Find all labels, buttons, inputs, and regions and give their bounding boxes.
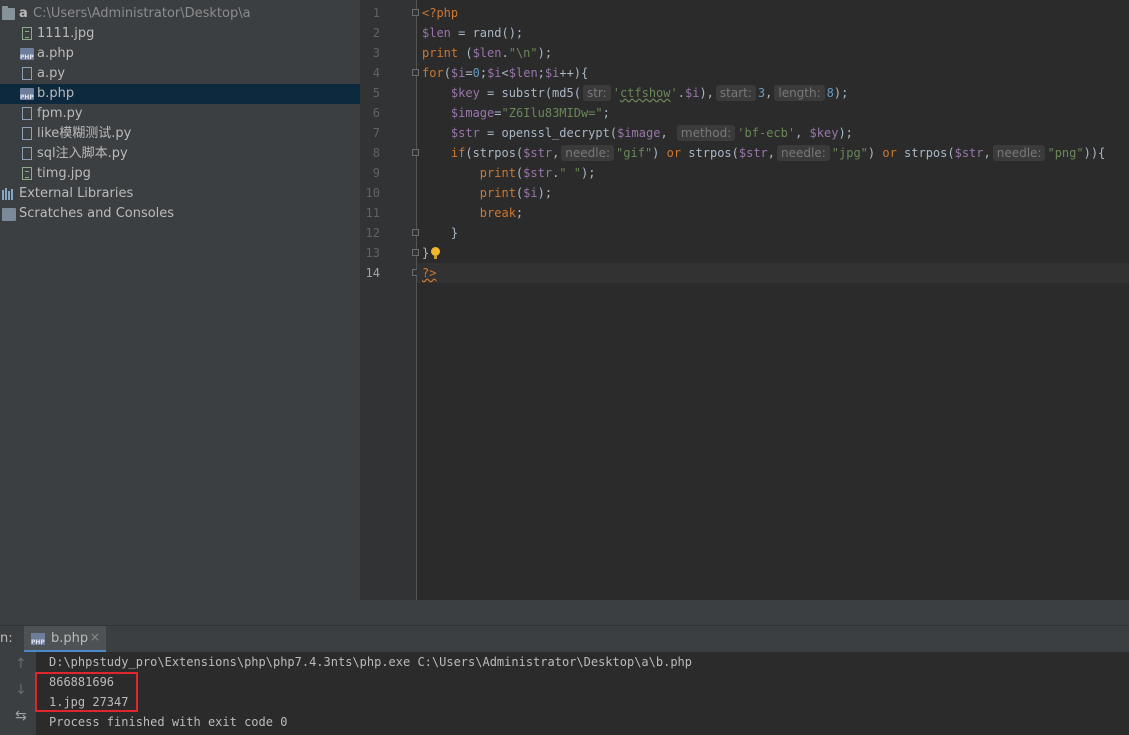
code-line-7: $str = openssl_decrypt($image, method:'b… xyxy=(450,125,853,141)
tree-file-like-py[interactable]: like模糊测试.py xyxy=(0,124,360,144)
code-line-12: } xyxy=(422,226,459,240)
run-label: n: xyxy=(0,631,13,646)
tree-file-label: fpm.py xyxy=(37,106,83,121)
tree-file-timg-jpg[interactable]: timg.jpg xyxy=(0,164,360,184)
fold-marker-icon[interactable] xyxy=(412,69,419,76)
line-number: 2 xyxy=(372,26,380,40)
tree-scratches-label: Scratches and Consoles xyxy=(19,206,175,221)
scratches-icon xyxy=(2,208,16,221)
param-hint-method: method: xyxy=(676,125,736,141)
editor-bottom-area xyxy=(360,600,1129,625)
code-line-8: if(strpos($str, needle: "gif") or strpos($… xyxy=(450,145,1106,161)
console-command-line: D:\phpstudy_pro\Extensions\php\php7.4.3n… xyxy=(49,655,692,669)
line-number: 3 xyxy=(372,46,380,60)
tree-root-a[interactable]: a C:\Users\Administrator\Desktop\a xyxy=(0,4,360,24)
arrow-up-icon[interactable]: ↑ xyxy=(15,656,27,672)
tree-file-sql-py[interactable]: sql注入脚本.py xyxy=(0,144,360,164)
param-hint-length: length: xyxy=(774,85,825,101)
close-icon[interactable]: × xyxy=(90,630,100,644)
tree-file-label: timg.jpg xyxy=(37,166,91,181)
line-number: 4 xyxy=(372,66,380,80)
tree-file-label: sql注入脚本.py xyxy=(37,146,128,161)
run-toolbar: ↑ ↓ ⇆ xyxy=(0,652,36,735)
tree-root-label: a xyxy=(19,6,28,21)
php-file-icon: PHP xyxy=(20,48,34,61)
fold-marker-icon[interactable] xyxy=(412,149,419,156)
python-file-icon xyxy=(22,67,32,80)
line-number: 7 xyxy=(372,126,380,140)
tree-root-path: C:\Users\Administrator\Desktop\a xyxy=(33,6,251,21)
line-number: 10 xyxy=(365,186,380,200)
code-line-3: print ($len."\n"); xyxy=(422,46,553,60)
python-file-icon xyxy=(22,147,32,160)
param-hint-needle: needle: xyxy=(777,145,830,161)
run-tab-label: b.php xyxy=(51,631,89,646)
code-line-2: $len = rand(); xyxy=(422,26,524,40)
soft-wrap-icon[interactable]: ⇆ xyxy=(15,708,27,724)
code-line-13: } xyxy=(422,246,430,260)
code-line-6: $image="Z6Ilu83MIDw="; xyxy=(450,106,610,120)
tree-file-1111-jpg[interactable]: 1111.jpg xyxy=(0,24,360,44)
arrow-down-icon[interactable]: ↓ xyxy=(15,682,27,698)
code-line-5: $key = substr(md5(str:'ctfshow'.$i), star… xyxy=(450,85,849,101)
line-number: 5 xyxy=(372,86,380,100)
param-hint-start: start: xyxy=(715,85,756,101)
code-line-11: break; xyxy=(479,206,524,220)
tree-file-label: a.php xyxy=(37,46,74,61)
line-number: 13 xyxy=(365,246,380,260)
code-line-14: ?> xyxy=(422,266,437,280)
fold-marker-icon[interactable] xyxy=(412,9,419,16)
current-line-highlight xyxy=(417,263,1129,283)
library-icon xyxy=(2,188,16,200)
code-line-1: <?php xyxy=(422,6,459,20)
image-file-icon xyxy=(22,167,32,180)
line-number-active: 14 xyxy=(365,266,380,280)
tree-file-fpm-py[interactable]: fpm.py xyxy=(0,104,360,124)
run-console: ↑ ↓ ⇆ D:\phpstudy_pro\Extensions\php\php… xyxy=(0,652,1129,735)
folder-icon xyxy=(2,6,15,20)
python-file-icon xyxy=(22,127,32,140)
tree-scratches[interactable]: Scratches and Consoles xyxy=(0,204,360,224)
code-line-10: print($i); xyxy=(479,186,553,200)
run-tab-b-php[interactable]: PHP b.php × xyxy=(24,626,106,653)
tree-file-a-php[interactable]: PHP a.php xyxy=(0,44,360,64)
fold-marker-icon[interactable] xyxy=(412,249,419,256)
editor-gutter[interactable]: 1 2 3 4 5 6 7 8 9 10 11 12 13 14 xyxy=(360,0,419,600)
fold-marker-icon[interactable] xyxy=(412,229,419,236)
param-hint-needle: needle: xyxy=(561,145,615,161)
tree-external-libraries-label: External Libraries xyxy=(19,186,134,201)
param-hint-needle: needle: xyxy=(992,145,1046,161)
line-number: 8 xyxy=(372,146,380,160)
line-number: 12 xyxy=(365,226,380,240)
tree-file-label: 1111.jpg xyxy=(37,26,95,41)
code-line-9: print($str." "); xyxy=(479,166,596,180)
param-hint-str: str: xyxy=(582,85,611,101)
console-output[interactable]: D:\phpstudy_pro\Extensions\php\php7.4.3n… xyxy=(35,652,1129,735)
line-number: 1 xyxy=(372,6,380,20)
code-editor[interactable]: 1 2 3 4 5 6 7 8 9 10 11 12 13 14 <?php $… xyxy=(360,0,1129,600)
console-finished-line: Process finished with exit code 0 xyxy=(49,715,288,729)
php-file-icon: PHP xyxy=(20,88,34,101)
lightbulb-icon[interactable] xyxy=(431,247,440,259)
image-file-icon xyxy=(22,27,32,40)
tree-file-b-php[interactable]: PHP b.php xyxy=(0,84,360,104)
tree-file-label: a.py xyxy=(37,66,66,81)
line-number: 6 xyxy=(372,106,380,120)
php-file-icon: PHP xyxy=(31,633,45,646)
python-file-icon xyxy=(22,107,32,120)
tree-external-libraries[interactable]: External Libraries xyxy=(0,184,360,204)
project-tree-panel: a C:\Users\Administrator\Desktop\a 1111.… xyxy=(0,0,360,625)
run-tool-window-header: n: PHP b.php × xyxy=(0,625,1129,653)
line-number: 11 xyxy=(365,206,380,220)
tree-file-label: b.php xyxy=(37,86,75,101)
tree-file-label: like模糊测试.py xyxy=(37,126,132,141)
red-highlight-box xyxy=(35,672,138,712)
code-line-4: for($i=0;$i<$len;$i++){ xyxy=(422,66,589,80)
tree-file-a-py[interactable]: a.py xyxy=(0,64,360,84)
line-number: 9 xyxy=(372,166,380,180)
